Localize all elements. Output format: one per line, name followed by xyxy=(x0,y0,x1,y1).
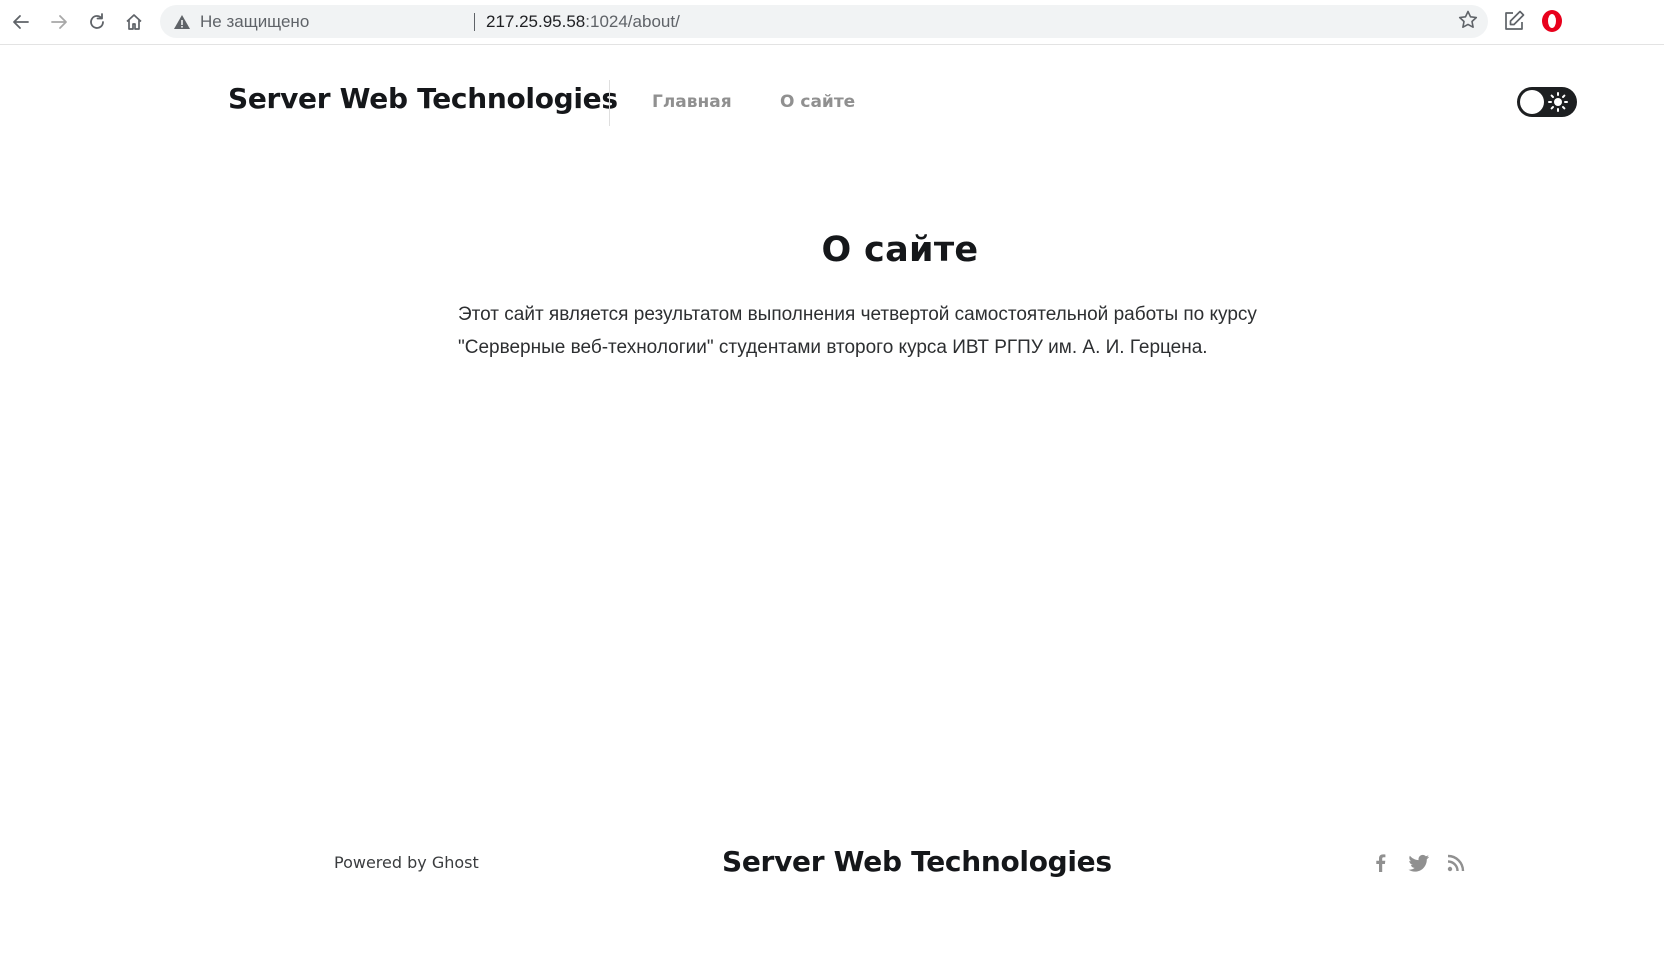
address-bar[interactable]: Не защищено 217.25.95.58:1024/about/ xyxy=(160,5,1488,38)
opera-extension-icon[interactable] xyxy=(1540,9,1564,33)
theme-toggle[interactable] xyxy=(1517,87,1577,117)
warning-icon xyxy=(174,15,190,29)
nav-link-about[interactable]: О сайте xyxy=(780,92,855,112)
twitter-icon[interactable] xyxy=(1408,853,1430,873)
home-button[interactable] xyxy=(120,8,148,36)
url-host: 217.25.95.58 xyxy=(486,12,586,31)
site-title[interactable]: Server Web Technologies xyxy=(228,82,618,115)
powered-by-link[interactable]: Powered by Ghost xyxy=(334,853,479,872)
content-paragraph-line-2: "Серверные веб-технологии" студентами вт… xyxy=(458,337,1208,358)
reload-icon xyxy=(90,13,104,29)
arrow-right-icon xyxy=(51,15,67,29)
arrow-left-icon xyxy=(13,15,29,29)
page-title: О сайте xyxy=(821,230,979,270)
forward-button[interactable] xyxy=(45,8,73,36)
facebook-icon[interactable] xyxy=(1371,853,1391,873)
url-text[interactable]: 217.25.95.58:1024/about/ xyxy=(486,5,680,38)
back-button[interactable] xyxy=(7,8,35,36)
browser-toolbar: Не защищено 217.25.95.58:1024/about/ xyxy=(0,0,1664,45)
footer-site-title[interactable]: Server Web Technologies xyxy=(722,845,1112,878)
sun-icon xyxy=(1548,92,1568,112)
toggle-knob xyxy=(1520,90,1544,114)
page-content: Этот сайт является результатом выполнени… xyxy=(458,298,1358,364)
url-path: :1024/about/ xyxy=(585,12,680,31)
nav-link-home[interactable]: Главная xyxy=(652,92,732,112)
home-icon xyxy=(126,14,142,30)
address-separator xyxy=(474,13,475,31)
rss-icon[interactable] xyxy=(1447,853,1465,873)
security-label[interactable]: Не защищено xyxy=(200,5,309,38)
header-divider xyxy=(609,80,610,126)
bookmark-star-icon[interactable] xyxy=(1456,8,1480,32)
reload-button[interactable] xyxy=(83,8,111,36)
content-paragraph-line-1: Этот сайт является результатом выполнени… xyxy=(458,304,1257,325)
edit-icon[interactable] xyxy=(1501,8,1527,34)
